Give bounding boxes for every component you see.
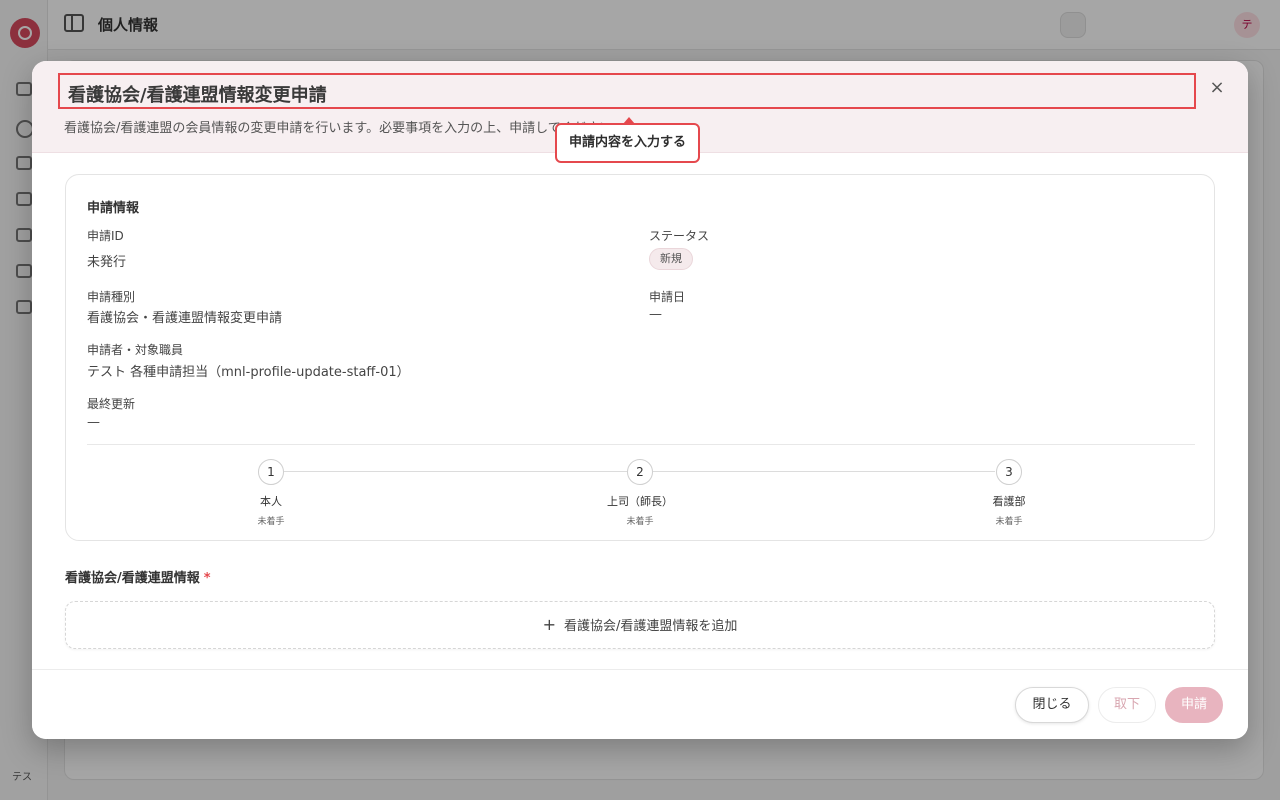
modal-title-highlight: 看護協会/看護連盟情報変更申請 [58, 73, 1196, 109]
step-connector [284, 471, 627, 472]
application-id-value: 未発行 [87, 255, 127, 270]
application-id-label: 申請ID [87, 229, 124, 243]
application-info-card: 申請情報 申請ID 未発行 ステータス 新規 申請種別 看護協会・看護連盟情報変… [65, 174, 1215, 541]
step-status: 未着手 [626, 517, 654, 527]
modal-description: 看護協会/看護連盟の会員情報の変更申請を行います。必要事項を入力の上、申請してく… [64, 121, 626, 136]
plus-icon: + [542, 615, 556, 634]
step-number: 3 [996, 459, 1022, 485]
step-label: 看護部 [992, 495, 1026, 508]
modal-header: 看護協会/看護連盟情報変更申請 看護協会/看護連盟の会員情報の変更申請を行います… [32, 61, 1248, 163]
applicant-value: テスト 各種申請担当（mnl-profile-update-staff-01） [87, 365, 410, 380]
close-button[interactable]: 閉じる [1015, 687, 1089, 723]
required-mark: * [203, 571, 211, 586]
status-label: ステータス [649, 229, 710, 243]
workflow-step: 2 上司（師長） 未着手 [580, 459, 700, 527]
status-badge: 新規 [649, 248, 693, 270]
step-status: 未着手 [257, 517, 285, 527]
divider [87, 444, 1195, 445]
last-updated-label: 最終更新 [87, 397, 136, 411]
step-number: 2 [627, 459, 653, 485]
add-nursing-info-label: 看護協会/看護連盟情報を追加 [564, 619, 738, 634]
last-updated-value: — [87, 415, 100, 430]
step-label: 本人 [260, 495, 282, 508]
modal-body: 申請情報 申請ID 未発行 ステータス 新規 申請種別 看護協会・看護連盟情報変… [32, 153, 1248, 669]
submit-button[interactable]: 申請 [1165, 687, 1223, 723]
workflow-step: 3 看護部 未着手 [949, 459, 1069, 527]
nursing-info-label: 看護協会/看護連盟情報 * [65, 567, 211, 586]
tooltip-text: 申請内容を入力する [568, 135, 686, 150]
application-modal: 看護協会/看護連盟情報変更申請 看護協会/看護連盟の会員情報の変更申請を行います… [32, 61, 1248, 739]
application-type-value: 看護協会・看護連盟情報変更申請 [87, 311, 283, 326]
withdraw-button[interactable]: 取下 [1098, 687, 1156, 723]
applicant-label: 申請者・対象職員 [87, 343, 184, 357]
close-icon[interactable]: × [1206, 77, 1228, 99]
modal-title: 看護協会/看護連盟情報変更申請 [68, 85, 327, 106]
step-connector [653, 471, 995, 472]
section-title: 申請情報 [87, 201, 140, 216]
add-nursing-info-button[interactable]: + 看護協会/看護連盟情報を追加 [65, 601, 1215, 649]
application-date-value: — [649, 307, 662, 322]
tooltip-arrow [623, 117, 635, 124]
application-type-label: 申請種別 [87, 290, 136, 304]
nursing-info-label-text: 看護協会/看護連盟情報 [65, 571, 200, 586]
workflow-step: 1 本人 未着手 [211, 459, 331, 527]
step-number: 1 [258, 459, 284, 485]
modal-footer: 閉じる 取下 申請 [32, 669, 1248, 739]
step-status: 未着手 [995, 517, 1023, 527]
step-label: 上司（師長） [607, 495, 673, 508]
guide-tooltip: 申請内容を入力する [555, 117, 700, 163]
application-date-label: 申請日 [649, 290, 686, 304]
